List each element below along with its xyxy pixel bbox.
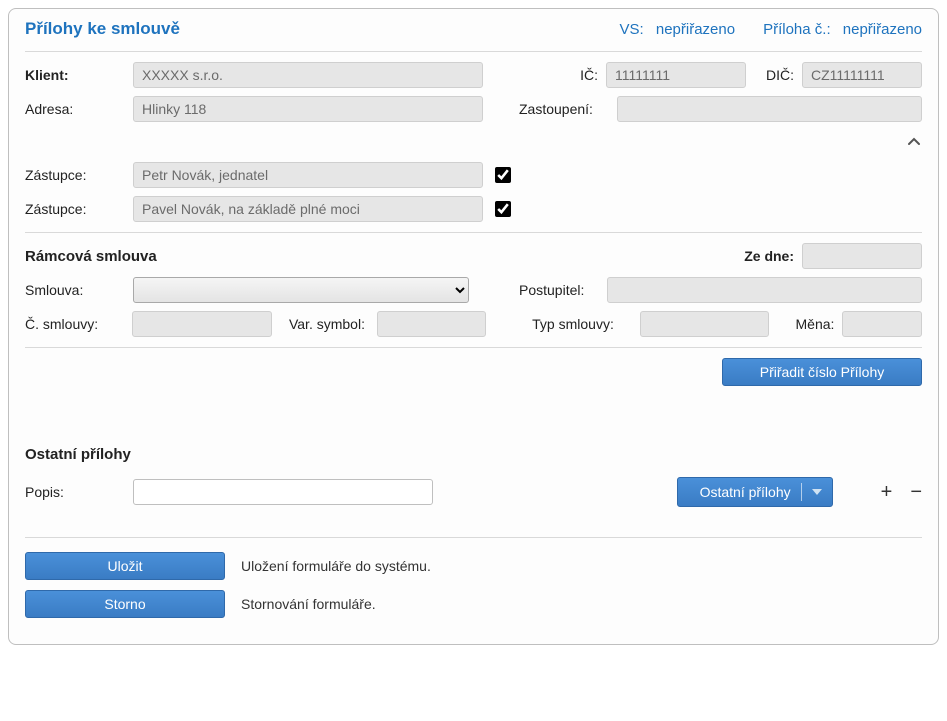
adresa-field[interactable]: Hlinky 118 <box>133 96 483 122</box>
ramcova-title: Rámcová smlouva <box>25 248 157 265</box>
form-header: Přílohy ke smlouvě VS: nepřiřazeno Přílo… <box>25 9 922 52</box>
var-symbol-field[interactable] <box>377 311 486 337</box>
priloha-value: nepřiřazeno <box>843 21 922 38</box>
add-remove-group: + − <box>881 482 922 502</box>
dropdown-separator <box>801 483 802 501</box>
cancel-description: Stornování formuláře. <box>241 596 376 612</box>
klient-field[interactable]: XXXXX s.r.o. <box>133 62 483 88</box>
save-description: Uložení formuláře do systému. <box>241 558 431 574</box>
zastoupeni-label: Zastoupení: <box>519 101 609 117</box>
c-smlouvy-field[interactable] <box>132 311 271 337</box>
vs-label: VS: <box>620 21 644 38</box>
vs-value: nepřiřazeno <box>656 21 735 38</box>
smlouva-select[interactable] <box>133 277 469 303</box>
dic-label: DIČ: <box>754 67 794 83</box>
smlouva-row: Smlouva: Postupitel: <box>25 277 922 303</box>
postupitel-field[interactable] <box>607 277 922 303</box>
remove-button[interactable]: − <box>910 482 922 502</box>
divider-2 <box>25 347 922 348</box>
assign-number-button[interactable]: Přiřadit číslo Přílohy <box>722 358 922 386</box>
ostatni-title: Ostatní přílohy <box>25 446 922 463</box>
popis-input[interactable] <box>133 479 433 505</box>
priloha-label: Příloha č.: <box>763 21 831 38</box>
zastupce-field-2[interactable]: Pavel Novák, na základě plné moci <box>133 196 483 222</box>
typ-smlouvy-label: Typ smlouvy: <box>532 316 631 332</box>
klient-label: Klient: <box>25 67 125 83</box>
zastoupeni-field[interactable] <box>617 96 922 122</box>
form-footer: Uložit Uložení formuláře do systému. Sto… <box>25 537 922 618</box>
c-smlouvy-label: Č. smlouvy: <box>25 316 124 332</box>
ramcova-header: Rámcová smlouva Ze dne: <box>25 243 922 269</box>
smlouva-label: Smlouva: <box>25 282 125 298</box>
ic-label: IČ: <box>568 67 598 83</box>
header-meta: VS: nepřiřazeno Příloha č.: nepřiřazeno <box>620 21 923 38</box>
zastupce-label-1: Zástupce: <box>25 167 125 183</box>
ze-dne-field[interactable] <box>802 243 922 269</box>
ostatni-dropdown[interactable]: Ostatní přílohy <box>677 477 833 507</box>
zastupce-field-1[interactable]: Petr Novák, jednatel <box>133 162 483 188</box>
smlouva-details-row: Č. smlouvy: Var. symbol: Typ smlouvy: Mě… <box>25 311 922 337</box>
zastupce-label-2: Zástupce: <box>25 201 125 217</box>
ic-field[interactable]: 11111111 <box>606 62 746 88</box>
form-title: Přílohy ke smlouvě <box>25 19 180 39</box>
zastupce-checkbox-1[interactable] <box>495 167 511 183</box>
divider-1 <box>25 232 922 233</box>
zastupce-checkbox-2[interactable] <box>495 201 511 217</box>
ze-dne-label: Ze dne: <box>744 248 794 264</box>
collapse-row <box>25 130 922 154</box>
zastupce-row-2: Zástupce: Pavel Novák, na základě plné m… <box>25 196 922 222</box>
mena-field[interactable] <box>842 311 922 337</box>
mena-label: Měna: <box>785 316 835 332</box>
form-panel: Přílohy ke smlouvě VS: nepřiřazeno Přílo… <box>8 8 939 645</box>
zastupce-row-1: Zástupce: Petr Novák, jednatel <box>25 162 922 188</box>
dic-field[interactable]: CZ11111111 <box>802 62 922 88</box>
popis-label: Popis: <box>25 484 125 500</box>
adresa-label: Adresa: <box>25 101 125 117</box>
add-button[interactable]: + <box>881 482 893 502</box>
adresa-row: Adresa: Hlinky 118 Zastoupení: <box>25 96 922 122</box>
var-symbol-label: Var. symbol: <box>280 316 369 332</box>
cancel-button[interactable]: Storno <box>25 590 225 618</box>
typ-smlouvy-field[interactable] <box>640 311 769 337</box>
chevron-up-icon[interactable] <box>906 134 922 150</box>
popis-row: Popis: Ostatní přílohy + − <box>25 477 922 507</box>
klient-row: Klient: XXXXX s.r.o. IČ: 11111111 DIČ: C… <box>25 62 922 88</box>
postupitel-label: Postupitel: <box>519 282 599 298</box>
ostatni-dropdown-label: Ostatní přílohy <box>700 484 791 500</box>
chevron-down-icon <box>812 489 822 495</box>
save-button[interactable]: Uložit <box>25 552 225 580</box>
